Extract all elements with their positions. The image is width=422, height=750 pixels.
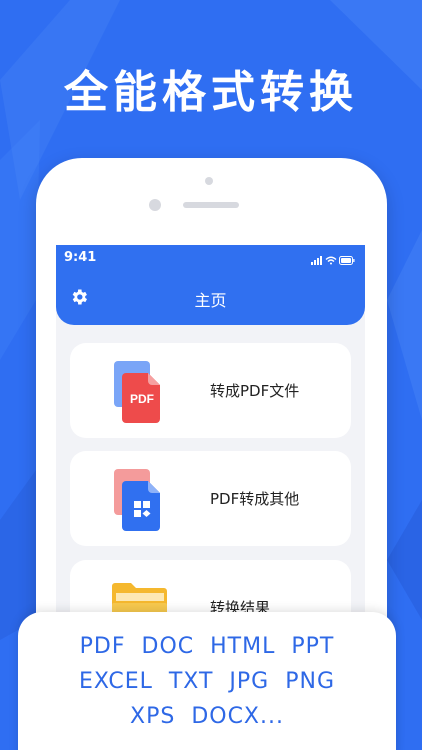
format-item: PNG: [285, 669, 336, 694]
page-title: 主页: [194, 291, 227, 310]
phone-camera: [149, 199, 161, 211]
status-icons: [311, 251, 355, 270]
pdf-file-icon: PDF: [114, 361, 160, 423]
card-to-pdf[interactable]: PDF 转成PDF文件: [70, 343, 351, 438]
battery-icon: [339, 256, 355, 265]
format-item: EXCEL: [78, 669, 153, 694]
phone-speaker: [183, 202, 239, 208]
convert-file-icon: [114, 469, 160, 531]
format-item: DOC: [141, 634, 195, 659]
card-label-pdf-to-other: PDF转成其他: [210, 490, 300, 508]
app-header: 9:41 主页: [56, 245, 365, 325]
format-item: PDF: [79, 634, 126, 659]
card-label-to-pdf: 转成PDF文件: [210, 382, 300, 400]
format-row: EXCEL TXT JPG PNG: [18, 664, 396, 699]
pdf-badge: PDF: [130, 392, 154, 406]
format-list-panel: PDF DOC HTML PPT EXCEL TXT JPG PNG XPS DOCX...: [18, 612, 396, 750]
wifi-icon: [325, 256, 337, 265]
status-time: 9:41: [64, 250, 97, 265]
format-item: DOCX...: [191, 704, 284, 729]
headline: 全能格式转换: [64, 67, 358, 118]
card-pdf-to-other[interactable]: PDF转成其他: [70, 451, 351, 546]
format-item: TXT: [168, 669, 214, 694]
phone-sensor: [205, 177, 213, 185]
format-row: XPS DOCX...: [18, 699, 396, 734]
format-item: HTML: [210, 634, 276, 659]
format-item: PPT: [291, 634, 335, 659]
format-item: XPS: [130, 704, 176, 729]
format-row: PDF DOC HTML PPT: [18, 629, 396, 664]
signal-icon: [311, 256, 322, 265]
format-item: JPG: [229, 669, 270, 694]
